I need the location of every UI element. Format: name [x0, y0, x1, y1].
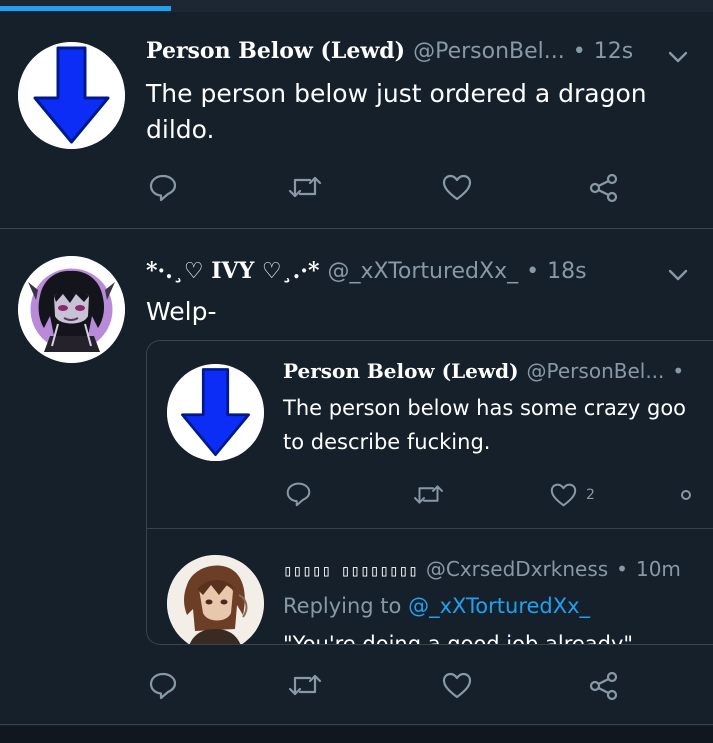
replying-to-label: Replying to [283, 594, 402, 618]
like-button[interactable]: 2 [549, 481, 595, 508]
quoted-tweet-card[interactable]: Person Below (Lewd) @PersonBel... • The … [146, 340, 713, 645]
display-name[interactable]: ▯▯▯▯▯ ▯▯▯▯▯▯▯▯ [283, 561, 418, 580]
header-separator: • [572, 39, 586, 64]
share-icon [589, 671, 618, 701]
share-icon [681, 490, 691, 500]
share-button[interactable] [588, 172, 620, 204]
brown-hair-character-avatar [167, 555, 264, 644]
quoted-tweet-text: The person below has some crazy goo to d… [283, 391, 686, 459]
user-handle[interactable]: @PersonBel... [527, 359, 665, 383]
reply-header: ▯▯▯▯▯ ▯▯▯▯▯▯▯▯ @CxrsedDxrkness • 10m [283, 557, 681, 581]
tweet-text: Welp- [146, 297, 217, 326]
tweet-actions [148, 670, 628, 704]
chevron-down-icon[interactable] [668, 50, 688, 64]
reply-button[interactable] [148, 670, 178, 700]
user-handle[interactable]: @_xXTorturedXx_ [327, 259, 518, 284]
reply-icon [286, 482, 311, 507]
avatar[interactable] [18, 42, 125, 149]
share-icon [589, 173, 618, 203]
header-separator: • [616, 557, 628, 581]
tweet-text-line: The person below has some crazy goo [283, 396, 687, 420]
avatar[interactable] [18, 256, 125, 363]
tweet-timestamp[interactable]: 10m [636, 557, 681, 581]
loading-progress-fill [0, 6, 172, 11]
chevron-down-icon[interactable] [668, 268, 688, 282]
tweet-header: *·.¸♡ IVY ♡¸.·* @_xXTorturedXx_ • 18s [146, 258, 587, 284]
share-button[interactable] [679, 485, 693, 505]
reply-button[interactable] [285, 480, 312, 507]
reply-icon [149, 174, 177, 202]
like-icon [442, 174, 472, 201]
quoted-tweet-header: Person Below (Lewd) @PersonBel... • [283, 359, 692, 383]
like-button[interactable] [441, 670, 473, 700]
tweet-text-line: to describe fucking. [283, 430, 491, 454]
user-handle[interactable]: @PersonBel... [413, 39, 565, 64]
replying-to: Replying to @_xXTorturedXx_ [283, 594, 590, 618]
retweet-icon [414, 485, 443, 504]
tweet-text: The person below just ordered a dragon d… [146, 76, 647, 148]
tweet-person-below[interactable]: Person Below (Lewd) @PersonBel... • 12s … [0, 12, 713, 229]
retweet-icon [288, 176, 322, 198]
display-name[interactable]: *·.¸♡ IVY ♡¸.·* [146, 258, 319, 284]
replying-to-handle-link[interactable]: @_xXTorturedXx_ [408, 594, 590, 618]
quote-divider [147, 528, 713, 529]
like-icon [442, 672, 472, 699]
blue-down-arrow-icon [167, 364, 264, 461]
blue-down-arrow-icon [18, 42, 125, 149]
avatar[interactable] [167, 364, 264, 461]
retweet-icon [288, 674, 322, 696]
next-tweet-edge [0, 726, 713, 743]
tweet-text-line: dildo. [146, 115, 215, 144]
user-handle[interactable]: @CxrsedDxrkness [426, 557, 608, 581]
display-name[interactable]: Person Below (Lewd) [283, 359, 519, 383]
tweet-actions [148, 172, 628, 206]
share-button[interactable] [588, 670, 620, 702]
avatar[interactable] [167, 555, 264, 644]
reply-button[interactable] [148, 172, 178, 202]
tweet-ivy[interactable]: *·.¸♡ IVY ♡¸.·* @_xXTorturedXx_ • 18s We… [0, 230, 713, 725]
tweet-timestamp[interactable]: 12s [594, 39, 633, 64]
tweet-text-line: The person below just ordered a dragon [146, 79, 647, 108]
retweet-button[interactable] [288, 172, 322, 202]
tweet-timestamp[interactable]: 18s [547, 259, 586, 284]
reply-text-partial: "You're doing a good job already" [283, 632, 634, 645]
retweet-button[interactable] [413, 481, 444, 508]
anime-character-avatar [18, 256, 125, 363]
retweet-button[interactable] [288, 670, 322, 700]
header-separator: • [526, 259, 540, 284]
tweet-header: Person Below (Lewd) @PersonBel... • 12s [146, 38, 633, 64]
like-count: 2 [586, 486, 595, 503]
like-icon [550, 483, 577, 507]
header-separator: • [672, 359, 685, 383]
like-button[interactable] [441, 172, 473, 202]
display-name[interactable]: Person Below (Lewd) [146, 38, 405, 64]
reply-icon [149, 672, 177, 700]
loading-progress-bar [0, 0, 713, 12]
